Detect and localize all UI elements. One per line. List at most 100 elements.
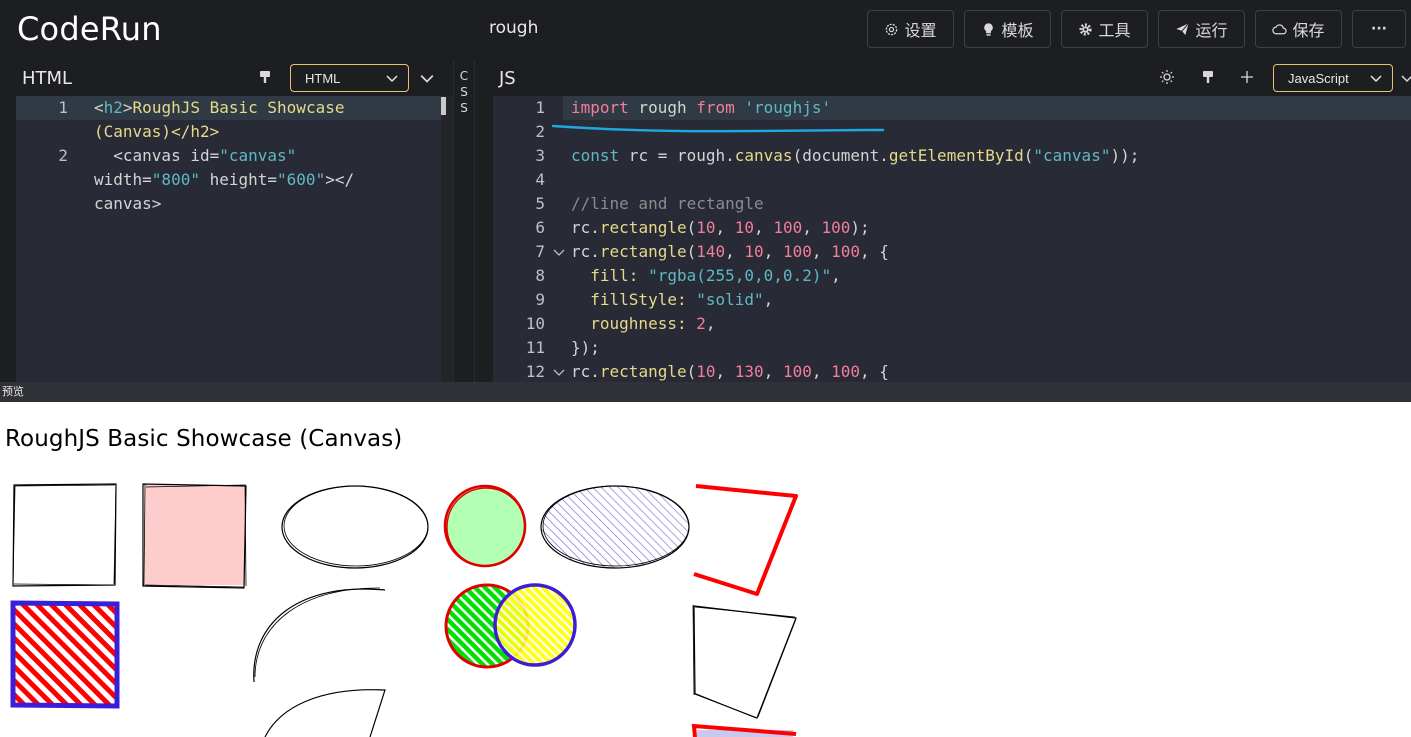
js-code-line[interactable]: //line and rectangle [571,192,764,216]
css-letter: S [460,85,468,99]
js-code-line[interactable]: rc.rectangle(10, 130, 100, 100, { [571,360,889,384]
html-language-select[interactable]: HTML [290,64,409,92]
html-pane-header: HTML HTML [0,60,453,96]
js-line-number: 5 [535,194,545,213]
rough-rectangle-filled [142,483,247,589]
rough-circle-green [443,484,527,568]
collapse-chevron-icon[interactable] [1401,72,1411,84]
code-token: 10 [696,218,716,237]
code-token: 100 [821,218,851,237]
rough-ellipse-hatched [540,485,690,569]
rough-polygon [692,604,797,719]
rough-rectangle [12,483,117,587]
preview-heading: RoughJS Basic Showcase (Canvas) [5,426,403,452]
code-token: fill: [571,266,649,285]
code-token: 10 [696,362,716,381]
code-token: < [94,98,104,117]
html-pane-title: HTML [22,68,73,89]
js-code-line[interactable]: const rc = rough.canvas(document.getElem… [571,144,1139,168]
code-token: "solid" [696,290,764,309]
pane-divider[interactable] [475,60,493,382]
js-code-line[interactable]: fillStyle: "solid", [571,288,773,312]
chevron-down-icon [1370,75,1382,83]
code-token: > [122,98,133,117]
js-code-line[interactable]: import rough from 'roughjs' [571,96,831,120]
js-editor-pane[interactable]: JS JavaScript 1 2 3 4 5 6 7 8 9 10 11 12… [493,60,1411,382]
html-code-line[interactable]: width="800" height="600"></ [94,168,354,192]
css-collapsed-tab[interactable]: C S S [453,60,475,382]
html-code-line[interactable]: <h2>RoughJS Basic Showcase [94,96,344,120]
save-button[interactable]: 保存 [1255,10,1342,48]
send-icon [1176,22,1190,35]
sun-icon[interactable] [1159,69,1175,85]
code-token: (Canvas) [94,122,172,141]
css-letter: S [460,101,468,115]
js-line-number: 1 [535,98,545,117]
js-code-line[interactable]: roughness: 2, [571,312,715,336]
code-token: rc = rough. [619,146,735,165]
rough-arc [253,587,386,683]
rough-circle-hatched-yellow [493,583,577,667]
gear-icon [886,23,898,35]
js-line-number: 8 [535,266,545,285]
code-token: rectangle [599,218,687,237]
js-code-line[interactable]: rc.rectangle(10, 10, 100, 100); [571,216,870,240]
preview-frame[interactable]: RoughJS Basic Showcase (Canvas) [0,402,1411,737]
html-line-number: 2 [58,146,68,165]
js-code-line[interactable]: fill: "rgba(255,0,0,0.2)", [571,264,841,288]
js-language-value: JavaScript [1288,70,1349,86]
js-line-number: 11 [525,338,545,357]
settings-button[interactable]: 设置 [867,10,954,48]
save-label: 保存 [1292,21,1325,40]
code-token: rc. [571,362,600,381]
js-line-number: 12 [525,362,545,381]
js-line-number: 4 [535,170,545,189]
code-token: 10 [734,218,755,237]
collapse-chevron-icon[interactable] [420,72,434,84]
html-scrollbar-thumb[interactable] [441,97,446,115]
code-token: import [571,98,629,117]
js-line-number: 3 [535,146,545,165]
code-token: rectangle [599,362,687,381]
html-editor-pane[interactable]: HTML HTML 1 2 <h2>RoughJS Basic Showcase… [0,60,453,382]
fold-chevron-icon[interactable] [553,247,565,257]
js-line-number: 6 [535,218,545,237]
code-token: "600" [277,170,326,189]
project-title[interactable]: rough [489,18,538,38]
code-token: rc. [571,218,600,237]
code-token: rc. [571,242,600,261]
code-token: h2 [103,98,123,117]
templates-button[interactable]: 模板 [964,10,1051,48]
code-token: , [763,290,774,309]
preview-label: 预览 [0,382,1411,402]
html-code-line[interactable]: canvas> [94,192,161,216]
more-button[interactable]: ··· [1352,10,1406,48]
run-label: 运行 [1195,21,1228,40]
js-code-line[interactable]: }); [571,336,600,360]
fold-chevron-icon[interactable] [553,367,565,377]
rough-canvas [10,483,798,737]
tools-button[interactable]: 工具 [1061,10,1148,48]
format-brush-icon[interactable] [257,69,273,85]
code-token: , { [860,362,889,381]
code-token: ></ [325,170,355,189]
rough-rectangle-partial [691,723,797,737]
cloud-icon [1272,23,1288,34]
code-token: rectangle [599,242,687,261]
code-token: const [571,146,620,165]
js-line-number: 7 [535,242,545,261]
plus-icon[interactable] [1239,69,1255,85]
html-code-line[interactable]: (Canvas)</h2> [94,120,219,144]
js-language-select[interactable]: JavaScript [1273,64,1393,92]
code-token: 'roughjs' [734,98,832,117]
code-token: 2 [696,314,706,333]
html-scrollbar-track[interactable] [441,96,453,382]
html-language-value: HTML [305,70,341,86]
format-brush-icon[interactable] [1200,69,1216,85]
js-code-line[interactable]: rc.rectangle(140, 10, 100, 100, { [571,240,889,264]
css-letter: C [459,69,469,83]
code-token: 100 [831,362,861,381]
code-token: , [831,266,841,285]
run-button[interactable]: 运行 [1158,10,1245,48]
html-code-line[interactable]: <canvas id="canvas" [94,144,296,168]
